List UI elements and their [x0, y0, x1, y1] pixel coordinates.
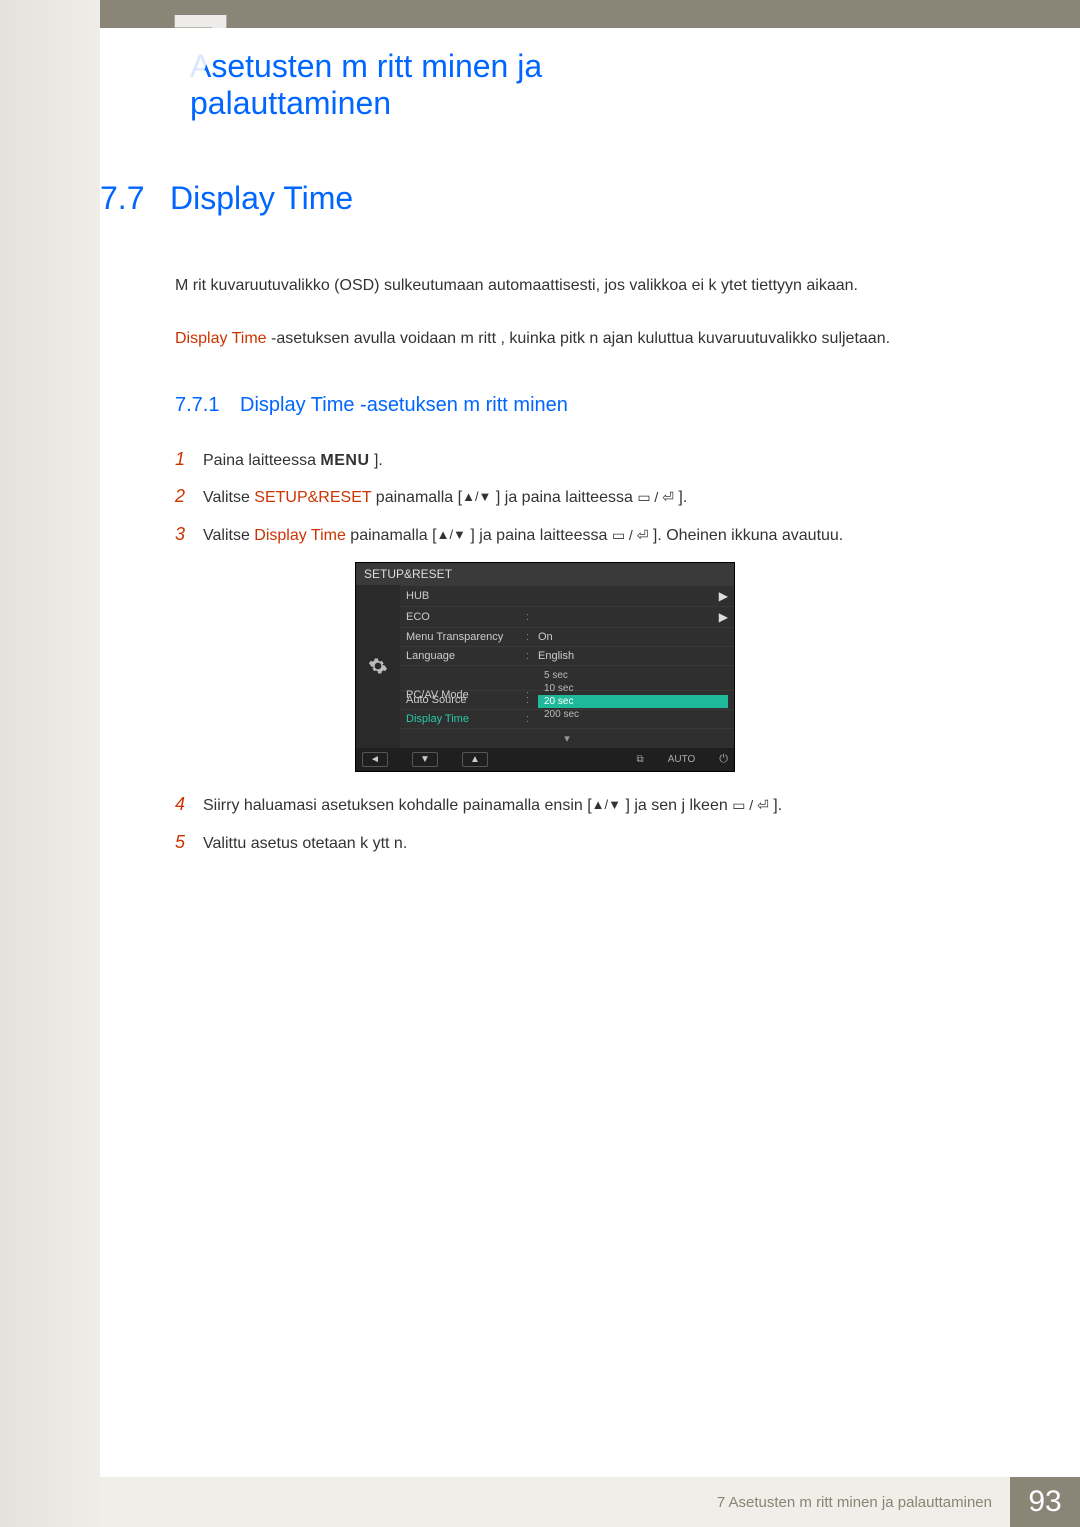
step-5-body: Valittu asetus otetaan k ytt n. [203, 827, 980, 861]
chevron-right-icon: ▶ [719, 610, 728, 624]
power-icon: ⏻ [719, 753, 728, 766]
step-2-body: Valitse SETUP&RESET painamalla [▲/▼ ] ja… [203, 481, 980, 515]
osd-menutrans-label: Menu Transparency [406, 631, 526, 643]
osd-row-hub: HUB ▶ [400, 585, 734, 606]
footer-chapter-label: 7 Asetusten m ritt minen ja palauttamine… [717, 1494, 992, 1511]
osd-title: SETUP&RESET [356, 563, 734, 585]
chevron-down-icon: ▾ [564, 732, 570, 745]
osd-down-button-icon: ▼ [412, 752, 438, 767]
osd-source-icon: ⧉ [637, 754, 644, 765]
chapter-header: 7 Asetusten m ritt minen ja palauttamine… [100, 0, 1080, 90]
osd-items: HUB ▶ ECO : ▶ Menu Transparency : [400, 585, 734, 748]
display-time-select-term: Display Time [254, 527, 346, 544]
section-title: Display Time [170, 180, 353, 217]
step-3-mid1: painamalla [ [346, 527, 437, 544]
menu-label: MENU [320, 452, 369, 469]
osd-gear-column [356, 585, 400, 748]
osd-opt-200sec: 200 sec [538, 708, 728, 721]
up-down-arrows-icon: ▲/▼ [437, 527, 466, 542]
step-4-body: Siirry haluamasi asetuksen kohdalle pain… [203, 789, 980, 823]
osd-more-indicator: ▾ [400, 728, 734, 748]
osd-body: HUB ▶ ECO : ▶ Menu Transparency : [356, 585, 734, 748]
up-down-arrows-icon: ▲/▼ [462, 489, 491, 504]
osd-up-button-icon: ▲ [462, 752, 488, 767]
osd-back-button-icon: ◄ [362, 752, 388, 767]
step-4-num: 4 [175, 786, 203, 824]
step-1-body: Paina laitteessa MENU ]. [203, 444, 980, 478]
intro-paragraph-2: Display Time -asetuksen avulla voidaan m… [175, 325, 980, 354]
osd-opt-5sec: 5 sec [538, 669, 728, 682]
osd-footer: ◄ ▼ ▲ ⧉ AUTO ⏻ [356, 748, 734, 771]
osd-language-value: English [538, 650, 728, 662]
step-2-mid1: painamalla [ [371, 489, 462, 506]
step-2-mid2: ] ja paina laitteessa [491, 489, 637, 506]
step-4-post: ]. [769, 797, 782, 814]
osd-displaytime-label: Display Time [406, 713, 526, 725]
step-1-num: 1 [175, 441, 203, 479]
osd-screenshot: SETUP&RESET HUB ▶ ECO : [355, 562, 980, 772]
page-number: 93 [1010, 1477, 1080, 1527]
step-4: 4 Siirry haluamasi asetuksen kohdalle pa… [175, 786, 980, 824]
step-2-pre: Valitse [203, 489, 254, 506]
chevron-right-icon: ▶ [719, 589, 728, 603]
content-area: 7.7 Display Time M rit kuvaruutuvalikko … [100, 180, 980, 862]
select-enter-icon: ▭ / ⏎ [732, 791, 769, 820]
setup-reset-term: SETUP&RESET [254, 489, 371, 506]
sidebar-band [0, 0, 100, 1527]
step-2-num: 2 [175, 478, 203, 516]
osd-autosource-label: Auto Source [406, 694, 526, 706]
step-3-post: ]. Oheinen ikkuna avautuu. [648, 527, 843, 544]
osd-row-eco: ECO : ▶ [400, 606, 734, 627]
osd-opt-10sec: 10 sec [538, 682, 728, 695]
subsection-heading: 7.7.1 Display Time -asetuksen m ritt min… [175, 394, 980, 417]
osd-row-menu-transparency: Menu Transparency : On [400, 627, 734, 646]
step-3: 3 Valitse Display Time painamalla [▲/▼ ]… [175, 516, 980, 554]
osd-auto-label: AUTO [668, 754, 696, 765]
osd-row-language: Language : English [400, 646, 734, 665]
step-3-num: 3 [175, 516, 203, 554]
intro-paragraph-2-rest: -asetuksen avulla voidaan m ritt , kuink… [267, 330, 890, 347]
step-2-post: ]. [674, 489, 687, 506]
section-heading: 7.7 Display Time [100, 180, 980, 217]
subsection-number: 7.7.1 [175, 394, 240, 417]
gear-icon [368, 656, 388, 676]
steps-list: 1 Paina laitteessa MENU ]. 2 Valitse SET… [175, 441, 980, 554]
osd-menutrans-value: On [538, 631, 728, 643]
chapter-title: Asetusten m ritt minen ja palauttaminen [100, 28, 1080, 152]
step-2: 2 Valitse SETUP&RESET painamalla [▲/▼ ] … [175, 478, 980, 516]
select-enter-icon: ▭ / ⏎ [612, 521, 649, 550]
step-4-pre: Siirry haluamasi asetuksen kohdalle pain… [203, 797, 592, 814]
osd-hub-label: HUB [406, 590, 526, 602]
display-time-term: Display Time [175, 330, 267, 347]
osd-panel: SETUP&RESET HUB ▶ ECO : [355, 562, 735, 772]
page-footer: 7 Asetusten m ritt minen ja palauttamine… [100, 1477, 1080, 1527]
step-1-pre: Paina laitteessa [203, 452, 320, 469]
intro-paragraph-1: M rit kuvaruutuvalikko (OSD) sulkeutumaa… [175, 272, 980, 301]
step-5: 5 Valittu asetus otetaan k ytt n. [175, 824, 980, 862]
section-number: 7.7 [100, 180, 170, 217]
step-1-post: ]. [370, 452, 383, 469]
osd-eco-label: ECO [406, 611, 526, 623]
osd-display-time-dropdown: 5 sec 10 sec 20 sec 200 sec [538, 669, 728, 721]
subsection-title: Display Time -asetuksen m ritt minen [240, 394, 568, 417]
step-4-mid: ] ja sen j lkeen [621, 797, 732, 814]
step-3-pre: Valitse [203, 527, 254, 544]
osd-language-label: Language [406, 650, 526, 662]
select-enter-icon: ▭ / ⏎ [637, 483, 674, 512]
steps-list-continued: 4 Siirry haluamasi asetuksen kohdalle pa… [175, 786, 980, 862]
step-3-mid2: ] ja paina laitteessa [466, 527, 612, 544]
step-3-body: Valitse Display Time painamalla [▲/▼ ] j… [203, 519, 980, 553]
step-1: 1 Paina laitteessa MENU ]. [175, 441, 980, 479]
step-5-num: 5 [175, 824, 203, 862]
up-down-arrows-icon: ▲/▼ [592, 797, 621, 812]
osd-opt-20sec: 20 sec [538, 695, 728, 708]
chapter-number: 7 [170, 0, 231, 117]
